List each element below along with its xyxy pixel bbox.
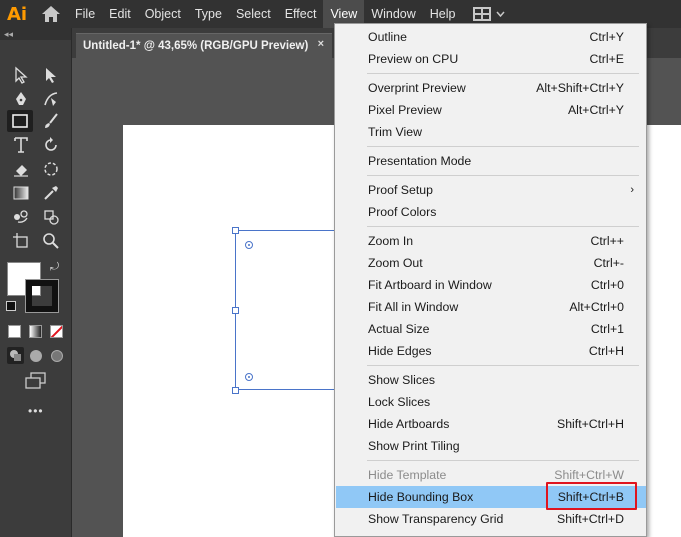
default-colors-icon[interactable] <box>6 301 16 311</box>
home-icon[interactable] <box>34 0 68 28</box>
menu-separator <box>367 146 639 147</box>
view-menu-dropdown: Outline Ctrl+Y Preview on CPU Ctrl+E Overp… <box>334 23 647 537</box>
gradient-mode-icon[interactable] <box>29 325 42 338</box>
selected-rectangle[interactable] <box>235 230 335 390</box>
direct-selection-tool-icon[interactable] <box>38 64 64 86</box>
selection-tool-icon[interactable] <box>8 64 34 86</box>
chevron-down-icon <box>495 11 505 17</box>
menu-item-hide-bounding-box[interactable]: Hide Bounding Box Shift+Ctrl+B <box>336 486 646 508</box>
menu-object[interactable]: Object <box>138 0 188 28</box>
type-tool-icon[interactable] <box>8 134 34 156</box>
submenu-arrow-icon: › <box>630 184 634 196</box>
menu-item-hide-artboards[interactable]: Hide Artboards Shift+Ctrl+H <box>336 413 646 435</box>
color-mode-icon[interactable] <box>8 325 21 338</box>
menu-item-show-transparency-grid[interactable]: Show Transparency Grid Shift+Ctrl+D <box>336 508 646 530</box>
menu-item-pixel-preview[interactable]: Pixel Preview Alt+Ctrl+Y <box>336 99 646 121</box>
swap-fill-stroke-icon[interactable]: ⤾ <box>50 261 59 274</box>
corner-widget[interactable] <box>245 241 253 249</box>
edit-toolbar-icon[interactable]: ••• <box>28 404 44 418</box>
eraser-tool-icon[interactable] <box>8 158 34 180</box>
menu-item-overprint-preview[interactable]: Overprint Preview Alt+Shift+Ctrl+Y <box>336 77 646 99</box>
blend-tool-icon[interactable] <box>8 206 34 228</box>
menu-item-fit-artboard[interactable]: Fit Artboard in Window Ctrl+0 <box>336 274 646 296</box>
draw-behind-icon[interactable] <box>30 350 42 362</box>
resize-handle[interactable] <box>232 227 239 234</box>
document-tab[interactable]: Untitled-1* @ 43,65% (RGB/GPU Preview) × <box>76 33 332 58</box>
tools-panel: ◂◂ ⤾ ••• <box>0 28 72 537</box>
menu-item-hide-template: Hide Template Shift+Ctrl+W <box>368 468 624 482</box>
rectangle-tool-icon[interactable] <box>7 110 33 132</box>
menu-item-hide-edges[interactable]: Hide Edges Ctrl+H <box>336 340 646 362</box>
menu-separator <box>367 365 639 366</box>
menu-item-lock-slices[interactable]: Lock Slices <box>336 391 646 413</box>
workspace-grid-icon <box>472 7 491 21</box>
screen-mode-icon[interactable] <box>25 372 47 393</box>
menu-item-show-slices[interactable]: Show Slices <box>336 369 646 391</box>
menu-item-zoom-in[interactable]: Zoom In Ctrl++ <box>336 230 646 252</box>
menu-item-preview-on-cpu[interactable]: Preview on CPU Ctrl+E <box>336 48 646 70</box>
gradient-tool-icon[interactable] <box>8 182 34 204</box>
pen-tool-icon[interactable] <box>8 88 34 110</box>
corner-widget[interactable] <box>245 373 253 381</box>
menu-item-presentation-mode[interactable]: Presentation Mode <box>336 150 646 172</box>
menu-type[interactable]: Type <box>188 0 229 28</box>
draw-normal-icon[interactable] <box>7 347 24 364</box>
menu-effect[interactable]: Effect <box>278 0 324 28</box>
menu-item-proof-colors[interactable]: Proof Colors <box>336 201 646 223</box>
collapse-panel-icon[interactable]: ◂◂ <box>0 28 71 40</box>
shape-builder-tool-icon[interactable] <box>38 206 64 228</box>
resize-handle[interactable] <box>232 307 239 314</box>
menu-separator <box>367 460 639 461</box>
warp-tool-icon[interactable] <box>38 158 64 180</box>
paintbrush-tool-icon[interactable] <box>38 110 64 132</box>
menu-item-zoom-out[interactable]: Zoom Out Ctrl+- <box>336 252 646 274</box>
menu-item-actual-size[interactable]: Actual Size Ctrl+1 <box>336 318 646 340</box>
stroke-swatch[interactable] <box>25 279 59 313</box>
menu-item-show-print-tiling[interactable]: Show Print Tiling <box>336 435 646 457</box>
document-title: Untitled-1* @ 43,65% (RGB/GPU Preview) <box>83 40 309 52</box>
rotate-tool-icon[interactable] <box>38 134 64 156</box>
menu-edit[interactable]: Edit <box>102 0 138 28</box>
menu-separator <box>367 73 639 74</box>
menu-separator <box>367 226 639 227</box>
menu-item-outline[interactable]: Outline Ctrl+Y <box>336 26 646 48</box>
menu-file[interactable]: File <box>68 0 102 28</box>
menu-item-fit-all[interactable]: Fit All in Window Alt+Ctrl+0 <box>336 296 646 318</box>
eyedropper-tool-icon[interactable] <box>38 182 64 204</box>
close-icon[interactable]: × <box>318 38 324 50</box>
draw-inside-icon[interactable] <box>51 350 63 362</box>
resize-handle[interactable] <box>232 387 239 394</box>
zoom-tool-icon[interactable] <box>38 230 64 252</box>
menu-item-proof-setup[interactable]: Proof Setup › <box>336 179 646 201</box>
app-logo: Ai <box>6 3 28 25</box>
artboard-tool-icon[interactable] <box>8 230 34 252</box>
menu-item-trim-view[interactable]: Trim View <box>336 121 646 143</box>
none-mode-icon[interactable] <box>50 325 63 338</box>
menu-separator <box>367 175 639 176</box>
menu-select[interactable]: Select <box>229 0 278 28</box>
curvature-tool-icon[interactable] <box>38 88 64 110</box>
